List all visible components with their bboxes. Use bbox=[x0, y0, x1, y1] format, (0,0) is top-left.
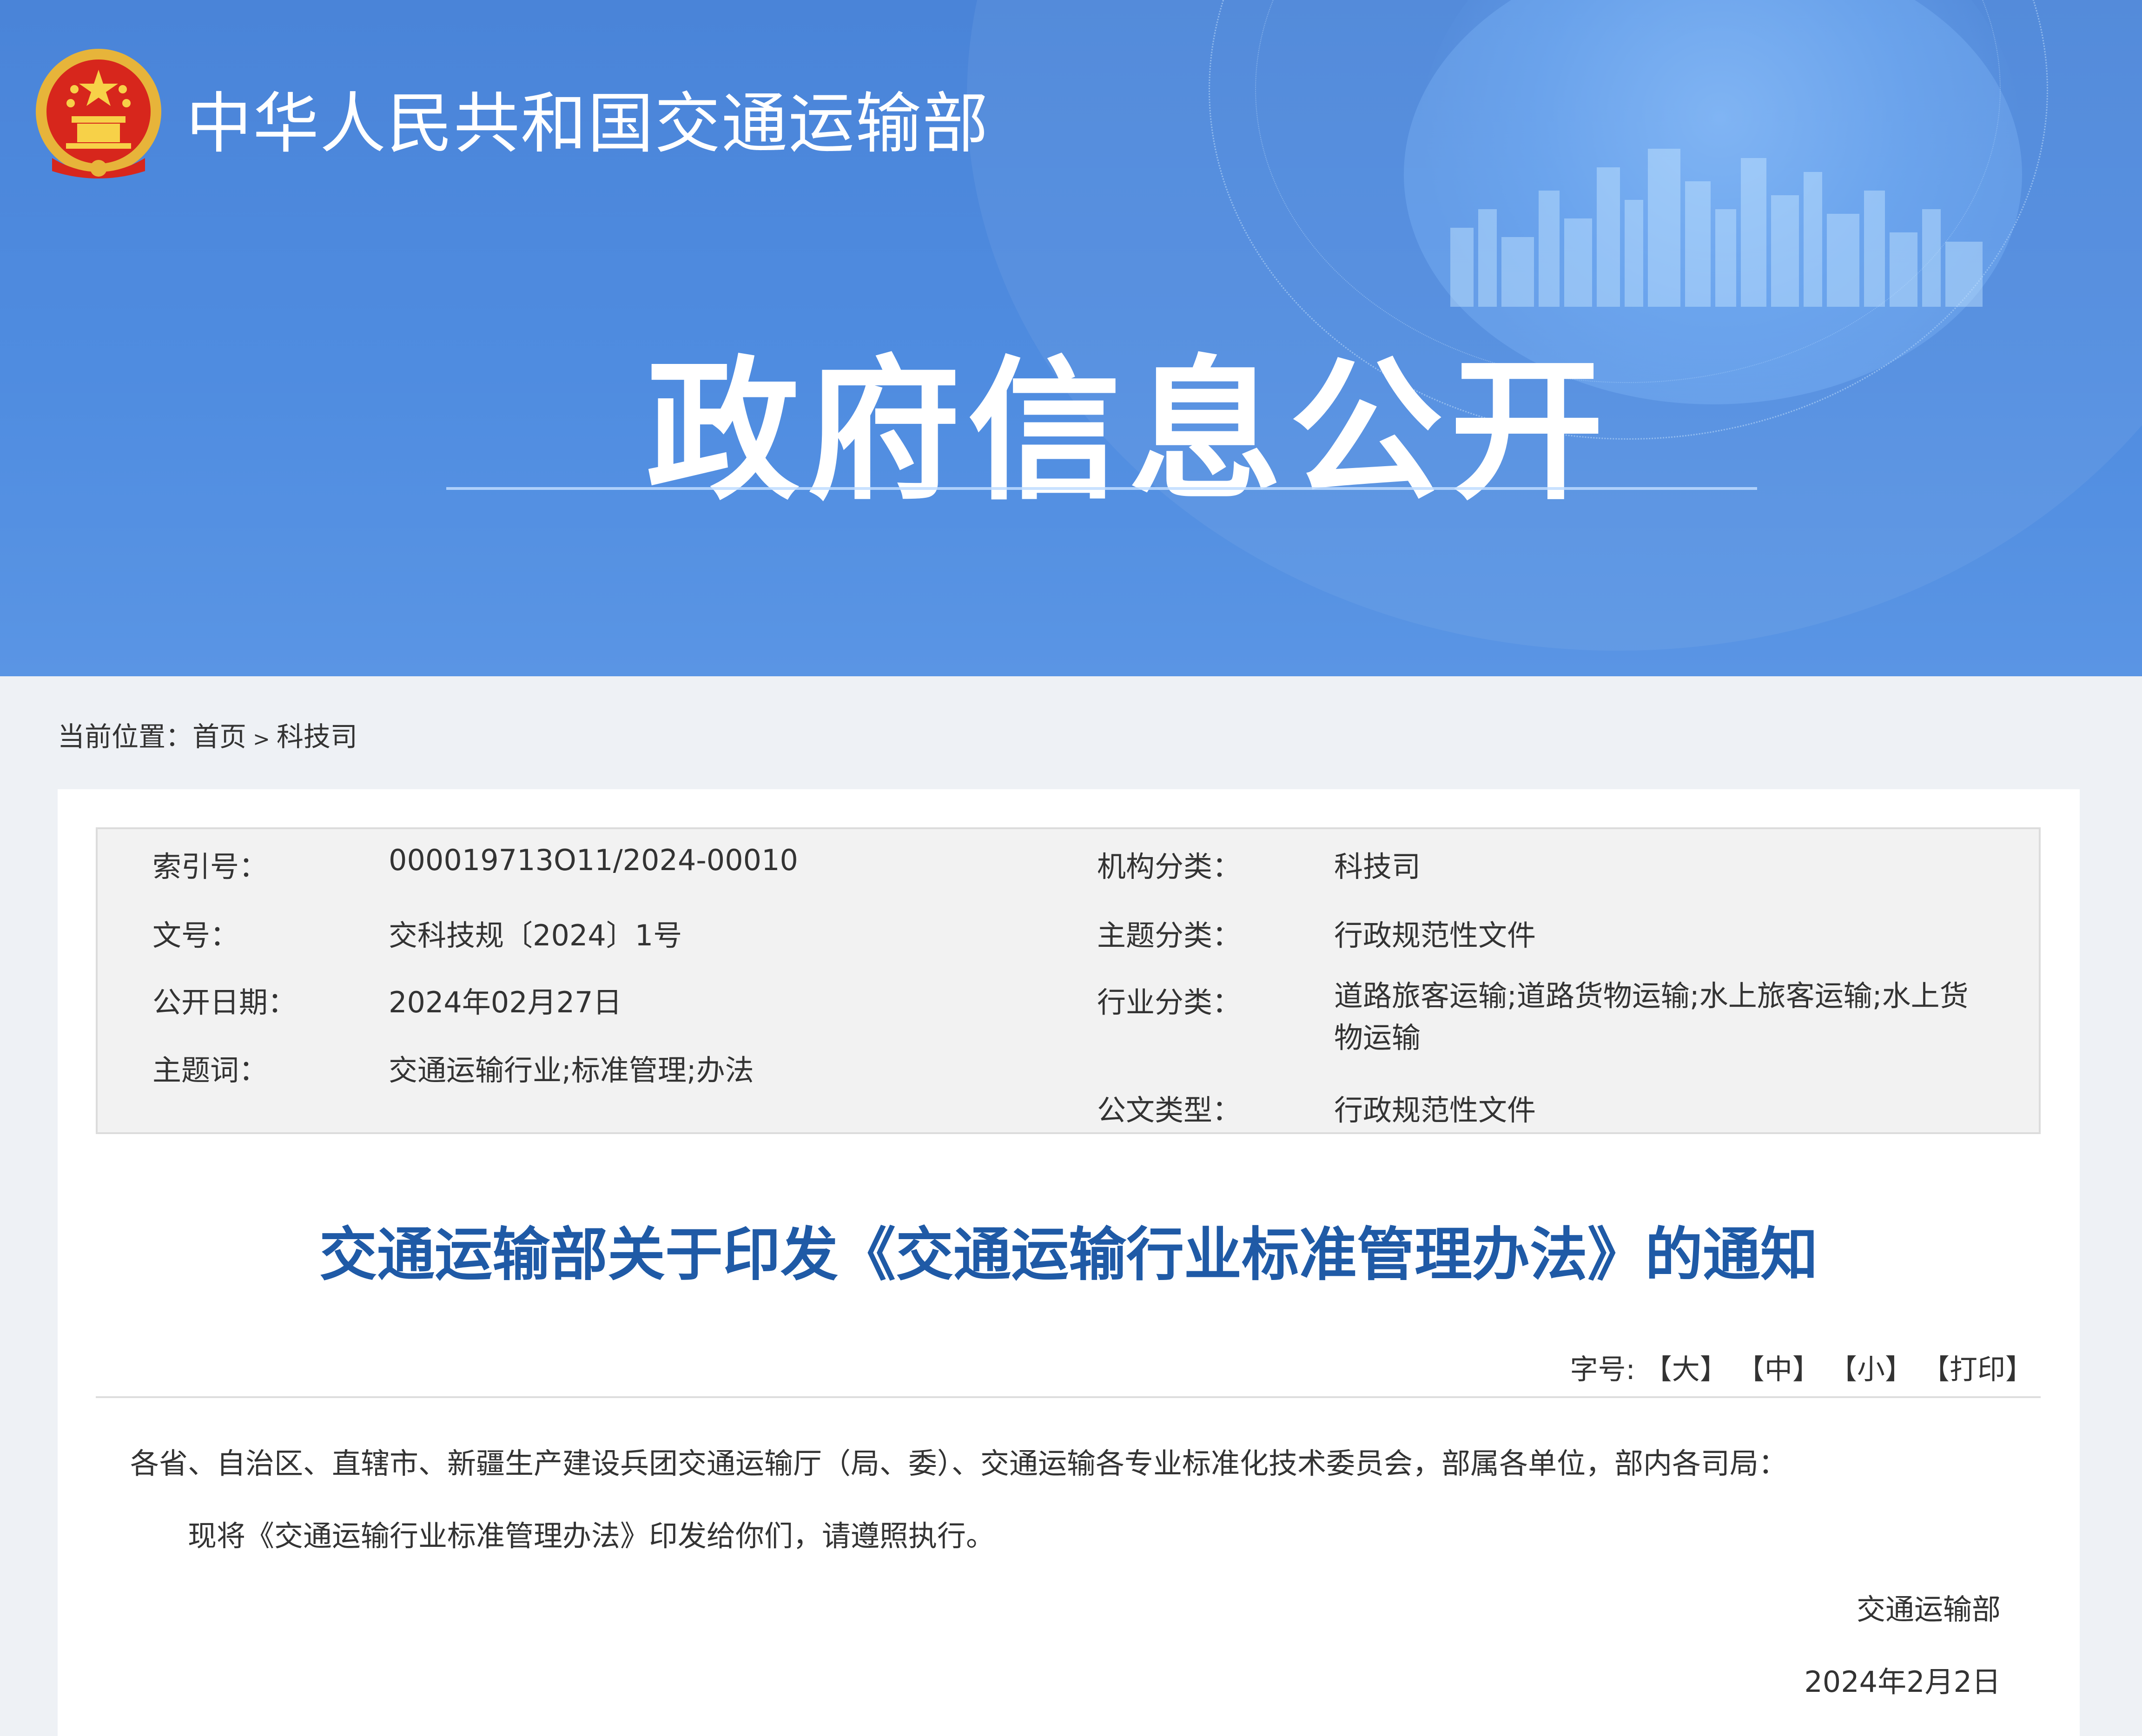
document-title: 交通运输部关于印发《交通运输行业标准管理办法》的通知 bbox=[319, 1221, 1818, 1288]
topic-value: 行政规范性文件 bbox=[1334, 918, 1536, 952]
signature: 交通运输部 bbox=[1856, 1592, 2001, 1626]
index-no-label: 索引号： bbox=[152, 850, 268, 884]
pub-date-label: 公开日期： bbox=[152, 985, 297, 1019]
font-small-button[interactable]: 【小】 bbox=[1829, 1353, 1913, 1386]
page-title: 政府信息公开 bbox=[646, 342, 1611, 521]
header-banner: 中华人民共和国交通运输部 政府信息公开 bbox=[0, 0, 2142, 676]
print-button[interactable]: 【打印】 bbox=[1922, 1353, 2033, 1386]
breadcrumb-home-link[interactable]: 首页 bbox=[192, 721, 246, 752]
doc-no-value: 交科技规〔2024〕1号 bbox=[389, 918, 682, 952]
content-panel: 索引号： 000019713O11/2024-00010 文号： 交科技规〔20… bbox=[58, 789, 2080, 1736]
breadcrumb-department-link[interactable]: 科技司 bbox=[277, 721, 357, 752]
pub-date-value: 2024年02月27日 bbox=[389, 985, 622, 1019]
font-size-toolbar: 字号: 【大】 【中】 【小】 【打印】 bbox=[1570, 1347, 2033, 1387]
org-value: 科技司 bbox=[1334, 850, 1421, 884]
content-divider bbox=[96, 1396, 2041, 1398]
keywords-label: 主题词： bbox=[152, 1053, 268, 1087]
org-label: 机构分类： bbox=[1097, 850, 1242, 884]
doc-type-value: 行政规范性文件 bbox=[1334, 1093, 1536, 1127]
industry-value: 道路旅客运输;道路货物运输;水上旅客运输;水上货物运输 bbox=[1334, 979, 1969, 1055]
ministry-name[interactable]: 中华人民共和国交通运输部 bbox=[186, 70, 989, 165]
signature-date: 2024年2月2日 bbox=[1804, 1665, 2001, 1699]
breadcrumb-prefix: 当前位置： bbox=[58, 721, 193, 752]
industry-label: 行业分类： bbox=[1097, 985, 1242, 1019]
keywords-value: 交通运输行业;标准管理;办法 bbox=[389, 1053, 754, 1087]
body-paragraph: 现将《交通运输行业标准管理办法》印发给你们，请遵照执行。 bbox=[188, 1519, 995, 1553]
breadcrumb: 当前位置：首页 > 科技司 bbox=[58, 715, 357, 754]
breadcrumb-separator: > bbox=[253, 727, 270, 751]
salutation: 各省、自治区、直辖市、新疆生产建设兵团交通运输厅（局、委）、交通运输各专业标准化… bbox=[130, 1446, 1788, 1480]
title-underline bbox=[446, 487, 1757, 490]
topic-label: 主题分类： bbox=[1097, 918, 1242, 952]
doc-no-label: 文号： bbox=[152, 918, 239, 952]
font-large-button[interactable]: 【大】 bbox=[1644, 1353, 1728, 1386]
font-medium-button[interactable]: 【中】 bbox=[1737, 1353, 1820, 1386]
city-skyline-illustration bbox=[1450, 149, 1983, 307]
national-emblem-icon bbox=[36, 49, 161, 178]
document-metadata-table: 索引号： 000019713O11/2024-00010 文号： 交科技规〔20… bbox=[96, 827, 2041, 1134]
doc-type-label: 公文类型： bbox=[1097, 1093, 1242, 1127]
index-no-value: 000019713O11/2024-00010 bbox=[389, 843, 798, 877]
font-size-label: 字号: bbox=[1570, 1353, 1635, 1386]
